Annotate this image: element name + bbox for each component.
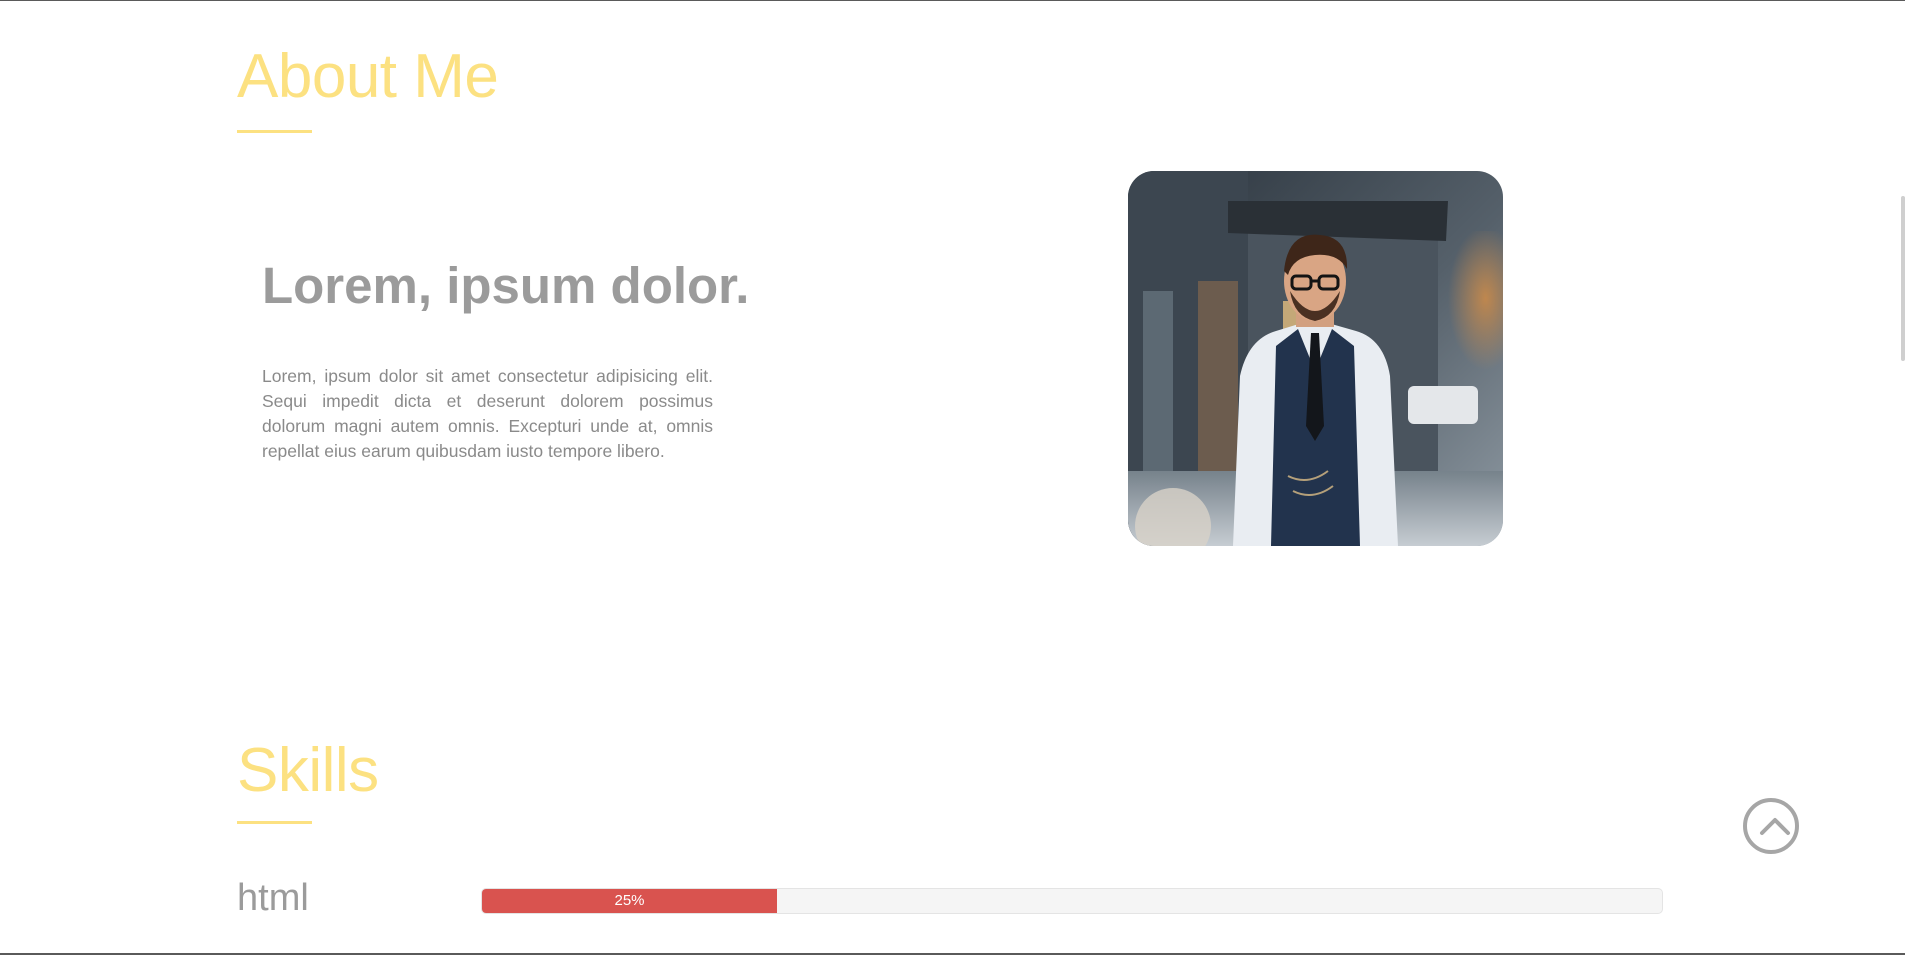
page-scrollbar[interactable] <box>1901 196 1905 361</box>
about-text: Lorem, ipsum dolor sit amet consectetur … <box>262 366 713 461</box>
portrait-image <box>1128 171 1503 546</box>
skill-label: html <box>237 877 309 919</box>
skills-title-underline <box>237 821 312 824</box>
about-heading: Lorem, ipsum dolor. <box>262 257 750 314</box>
about-title: About Me <box>237 42 499 111</box>
skill-progress-bar: 25% <box>481 888 1663 914</box>
skills-title: Skills <box>237 736 379 805</box>
scroll-to-top-button[interactable] <box>1743 798 1799 854</box>
skill-progress-fill: 25% <box>482 889 777 913</box>
top-border <box>0 0 1905 1</box>
about-title-underline <box>237 130 312 133</box>
